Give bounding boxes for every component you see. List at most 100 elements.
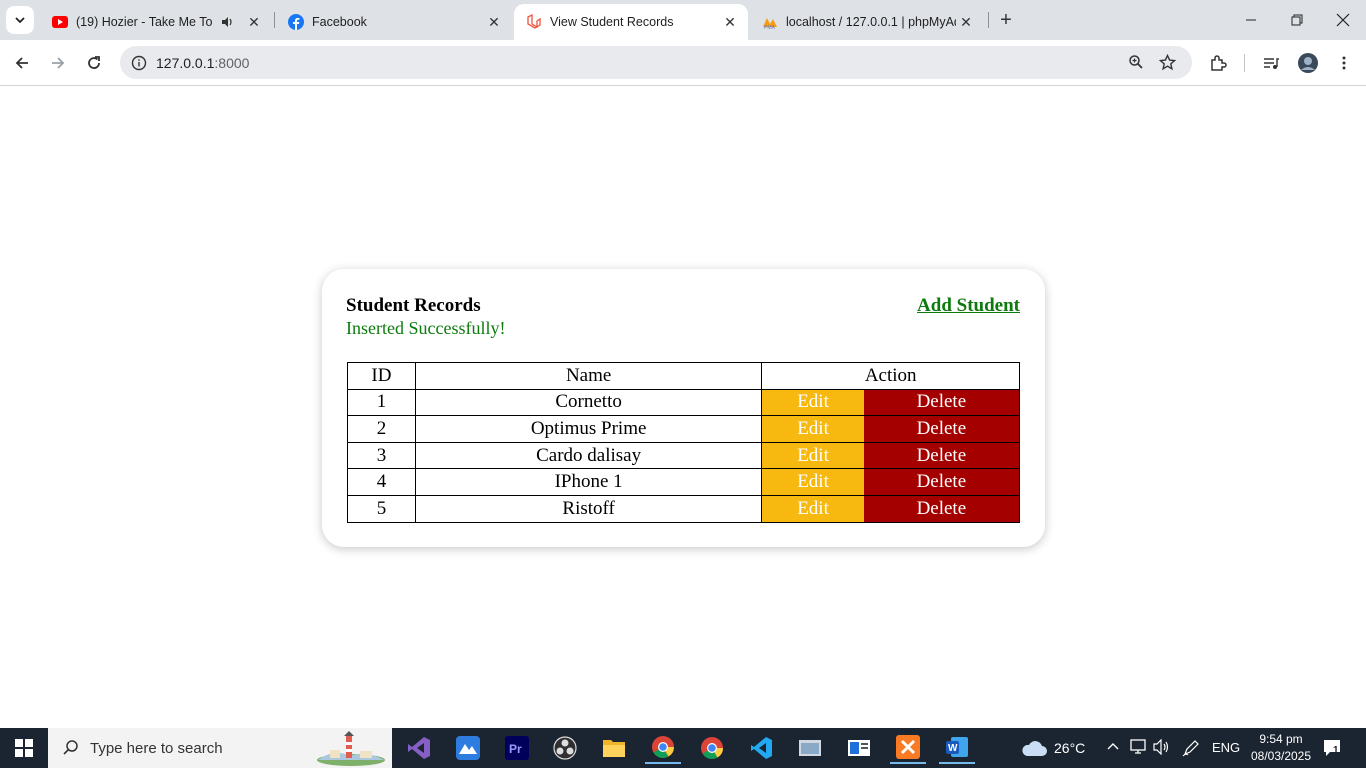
chevron-down-icon (15, 17, 25, 24)
edit-button[interactable]: Edit (761, 415, 864, 443)
cell-name: Cardo dalisay (414, 441, 763, 470)
weather-widget[interactable]: 26°C (1020, 728, 1085, 768)
delete-button[interactable]: Delete (863, 441, 1020, 470)
header-id: ID (347, 362, 416, 390)
notification-center[interactable]: 1 (1322, 738, 1342, 763)
cell-id: 1 (347, 388, 416, 417)
delete-button[interactable]: Delete (863, 415, 1020, 443)
tab-separator (988, 12, 989, 28)
plus-icon: + (1000, 8, 1012, 31)
close-tab-icon[interactable]: ✕ (720, 12, 740, 32)
address-bar[interactable]: 127.0.0.1:8000 (120, 46, 1192, 79)
taskbar-chrome[interactable] (694, 732, 730, 764)
close-tab-icon[interactable]: ✕ (244, 12, 264, 32)
taskbar-premiere[interactable]: Pr (499, 732, 535, 764)
network-tray[interactable] (1130, 739, 1148, 760)
edit-button[interactable]: Edit (761, 388, 864, 417)
tab-strip: (19) Hozier - Take Me To Ch ✕ Facebook ✕… (0, 0, 1366, 40)
taskbar-app-card[interactable] (841, 732, 877, 764)
edit-button[interactable]: Edit (761, 494, 864, 523)
cloud-icon (1022, 741, 1047, 756)
speaker-icon[interactable] (220, 15, 236, 29)
taskbar-word[interactable]: W (939, 732, 975, 764)
bookmark-star-icon[interactable] (1159, 54, 1176, 71)
xampp-icon (896, 735, 920, 759)
mountain-app-icon (456, 736, 480, 760)
add-student-link[interactable]: Add Student (917, 295, 1020, 317)
edit-button[interactable]: Edit (761, 441, 864, 470)
close-window-button[interactable] (1320, 0, 1366, 40)
forward-button[interactable] (44, 49, 72, 77)
minimize-button[interactable] (1228, 0, 1274, 40)
close-icon (1336, 13, 1350, 27)
tab-title: Facebook (312, 15, 367, 29)
cell-id: 3 (347, 441, 416, 470)
edit-button[interactable]: Edit (761, 468, 864, 496)
taskbar-xampp[interactable] (890, 732, 926, 764)
site-info-icon[interactable] (130, 54, 148, 72)
search-placeholder: Type here to search (90, 739, 223, 757)
extensions-button[interactable] (1204, 49, 1232, 77)
chevron-up-icon (1107, 743, 1119, 750)
pen-icon (1182, 740, 1199, 757)
cell-id: 4 (347, 468, 416, 496)
windows-icon (15, 739, 33, 757)
svg-text:PMA: PMA (764, 25, 776, 30)
network-icon (1130, 739, 1146, 754)
tab-youtube[interactable]: (19) Hozier - Take Me To Ch ✕ (40, 4, 272, 40)
taskbar-file-explorer[interactable] (596, 732, 632, 764)
notification-icon (1324, 740, 1340, 756)
taskbar-app-window[interactable] (792, 732, 828, 764)
reload-button[interactable] (80, 49, 108, 77)
phpmyadmin-icon: PMA (762, 14, 778, 30)
pen-tray[interactable] (1182, 739, 1200, 762)
delete-button[interactable]: Delete (863, 494, 1020, 523)
url-port: :8000 (214, 54, 250, 71)
cell-name: IPhone 1 (414, 468, 763, 496)
tab-phpmyadmin[interactable]: PMA localhost / 127.0.0.1 | phpMyAd ✕ (750, 4, 984, 40)
taskbar-visual-studio[interactable] (401, 732, 437, 764)
search-highlight-illustration-icon (317, 731, 385, 766)
tab-view-student-records[interactable]: View Student Records ✕ (514, 4, 748, 40)
back-button[interactable] (8, 49, 36, 77)
app-card-icon (848, 740, 870, 756)
table-row: 5 Ristoff Edit Delete (347, 494, 1020, 523)
close-tab-icon[interactable]: ✕ (484, 12, 504, 32)
delete-button[interactable]: Delete (863, 388, 1020, 417)
volume-tray[interactable] (1153, 738, 1171, 760)
more-vertical-icon (1342, 56, 1346, 70)
table-header-row: ID Name Action (347, 362, 1020, 390)
zoom-icon[interactable] (1128, 54, 1144, 70)
delete-button[interactable]: Delete (863, 468, 1020, 496)
facebook-icon (288, 14, 304, 30)
header-action: Action (761, 362, 1020, 390)
tab-search-button[interactable] (6, 6, 34, 34)
restore-icon (1291, 14, 1303, 26)
reload-icon (88, 56, 100, 69)
clock[interactable]: 9:54 pm 08/03/2025 (1244, 731, 1318, 765)
cell-name: Optimus Prime (414, 415, 763, 443)
playlist-icon (1264, 58, 1279, 69)
taskbar-chrome-active[interactable] (645, 732, 681, 764)
taskbar-obs[interactable] (547, 732, 583, 764)
header-name: Name (414, 362, 763, 390)
menu-button[interactable] (1330, 49, 1358, 77)
tab-facebook[interactable]: Facebook ✕ (276, 4, 512, 40)
start-button[interactable] (0, 728, 48, 768)
new-tab-button[interactable]: + (994, 8, 1018, 32)
taskbar: Type here to search Pr W 26°C ENG 9:54 p… (0, 728, 1366, 768)
page-title: Student Records (346, 295, 481, 316)
show-hidden-icons[interactable] (1106, 740, 1120, 759)
taskbar-search[interactable]: Type here to search (48, 728, 392, 768)
taskbar-vscode[interactable] (743, 732, 779, 764)
tab-title: View Student Records (550, 15, 674, 29)
restore-button[interactable] (1274, 0, 1320, 40)
language-indicator[interactable]: ENG (1212, 740, 1240, 755)
close-tab-icon[interactable]: ✕ (956, 12, 976, 32)
arrow-right-icon (52, 57, 65, 69)
table-row: 4 IPhone 1 Edit Delete (347, 468, 1020, 496)
media-control-button[interactable] (1257, 49, 1285, 77)
obs-icon (553, 736, 577, 760)
taskbar-app-blue[interactable] (450, 732, 486, 764)
profile-button[interactable] (1294, 49, 1322, 77)
